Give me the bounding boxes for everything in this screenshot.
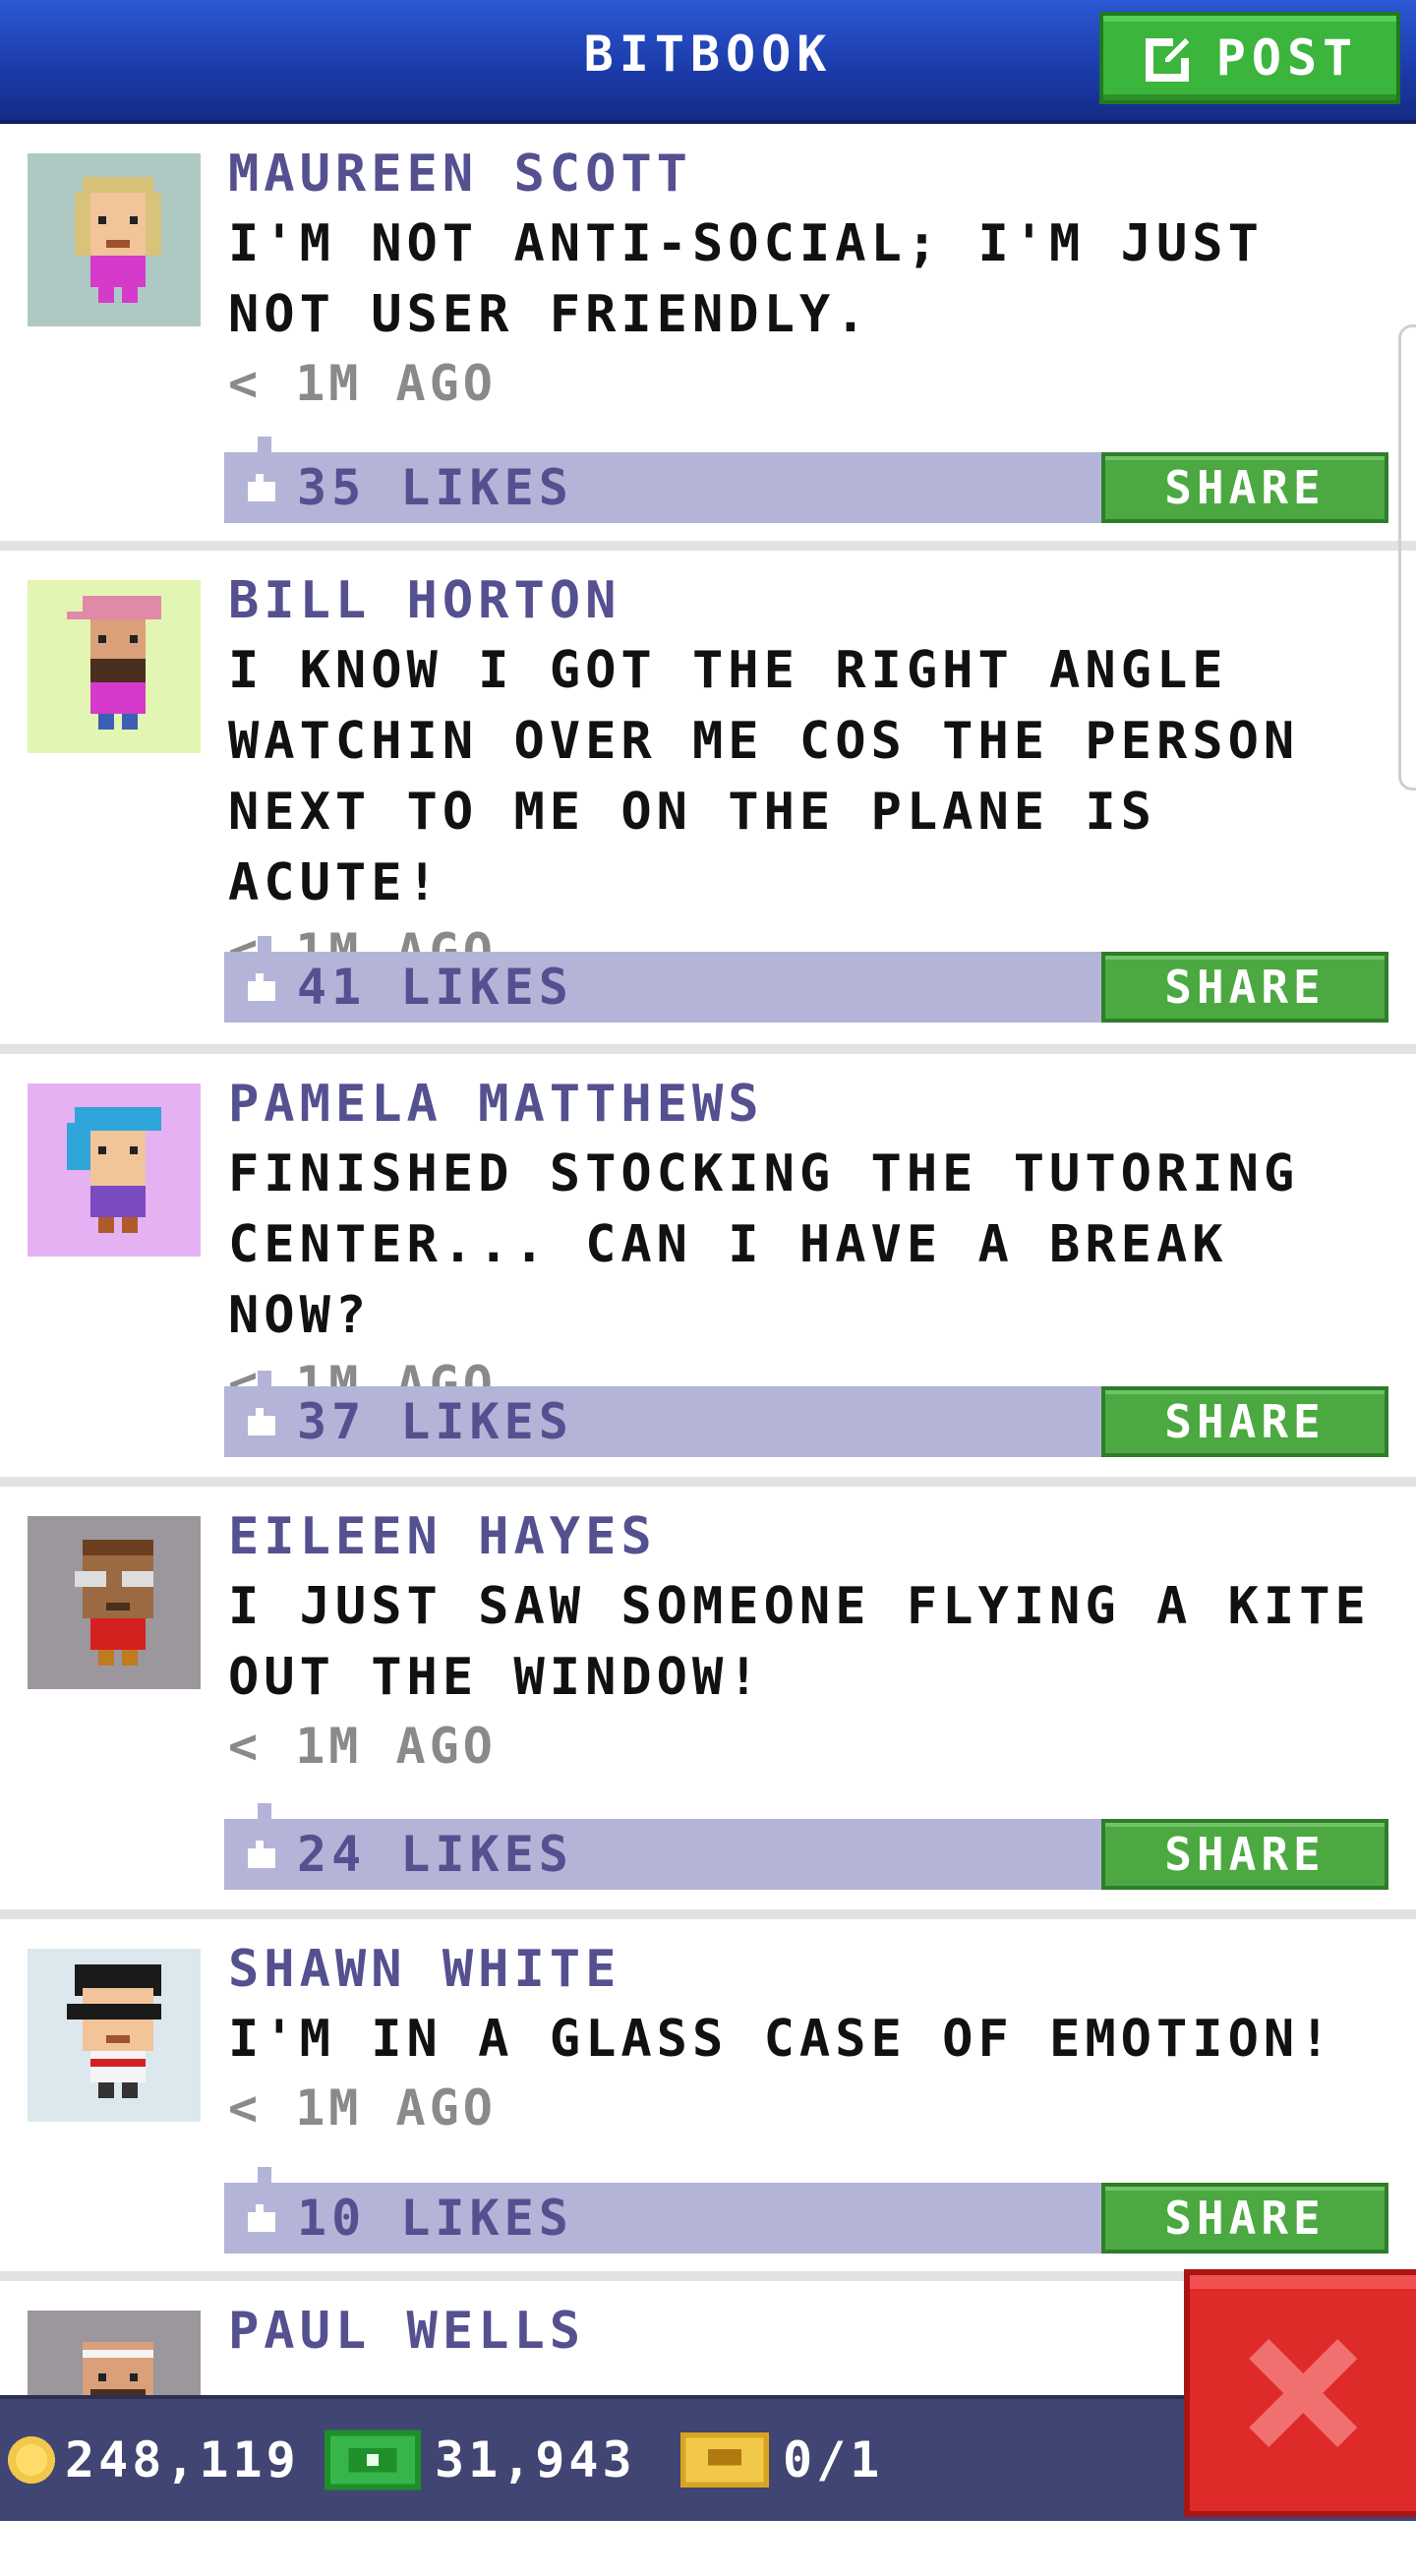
- close-button[interactable]: [1184, 2269, 1416, 2517]
- thumbs-up-icon: [248, 474, 275, 501]
- share-button[interactable]: SHARE: [1101, 452, 1388, 523]
- post-text: FINISHED STOCKING THE TUTORING CENTER...…: [228, 1144, 1300, 1345]
- likes-label: 35 LIKES: [297, 459, 573, 516]
- share-button[interactable]: SHARE: [1101, 952, 1388, 1023]
- share-button[interactable]: SHARE: [1101, 2183, 1388, 2254]
- coin-icon: [8, 2436, 55, 2484]
- like-count[interactable]: 41 LIKES: [244, 952, 573, 1023]
- ticket-icon: [680, 2431, 769, 2488]
- coins-stat: 248,119: [4, 2399, 300, 2521]
- feed: MAUREEN SCOTT I'M NOT ANTI-SOCIAL; I'M J…: [0, 124, 1416, 2576]
- likes-label: 41 LIKES: [297, 959, 573, 1016]
- post-text: I JUST SAW SOMEONE FLYING A KITE OUT THE…: [228, 1577, 1371, 1707]
- avatar: [28, 580, 201, 753]
- post: BILL HORTON I KNOW I GOT THE RIGHT ANGLE…: [0, 551, 1416, 1054]
- share-button[interactable]: SHARE: [1101, 1386, 1388, 1457]
- post: SHAWN WHITE I'M IN A GLASS CASE OF EMOTI…: [0, 1919, 1416, 2281]
- bux-count: 31,943: [435, 2431, 636, 2488]
- app-header: BITBOOK POST: [0, 0, 1416, 124]
- like-count[interactable]: 35 LIKES: [244, 452, 573, 523]
- like-count[interactable]: 10 LIKES: [244, 2183, 573, 2254]
- thumbs-up-icon: [248, 2204, 275, 2232]
- bux-icon: [324, 2430, 421, 2490]
- post-text: I KNOW I GOT THE RIGHT ANGLE WATCHIN OVE…: [228, 641, 1300, 912]
- post: EILEEN HAYES I JUST SAW SOMEONE FLYING A…: [0, 1487, 1416, 1919]
- like-bar: 10 LIKES SHARE: [224, 2167, 1388, 2254]
- likes-label: 10 LIKES: [297, 2190, 573, 2247]
- likes-label: 37 LIKES: [297, 1393, 573, 1450]
- post-button-label: POST: [1215, 29, 1359, 87]
- post-time: < 1M AGO: [228, 1718, 497, 1775]
- thumbs-up-icon: [248, 973, 275, 1001]
- post-author[interactable]: EILEEN HAYES: [228, 1506, 1388, 1567]
- tickets-stat: 0/1: [680, 2399, 883, 2521]
- post-author[interactable]: PAMELA MATTHEWS: [228, 1074, 1388, 1135]
- like-bar: 37 LIKES SHARE: [224, 1371, 1388, 1457]
- bux-stat: 31,943: [324, 2399, 636, 2521]
- tickets-count: 0/1: [783, 2431, 884, 2488]
- post-text: I'M NOT ANTI-SOCIAL; I'M JUST NOT USER F…: [228, 214, 1264, 344]
- avatar: [28, 1083, 201, 1257]
- share-button[interactable]: SHARE: [1101, 1819, 1388, 1890]
- avatar: [28, 1949, 201, 2122]
- like-count[interactable]: 37 LIKES: [244, 1386, 573, 1457]
- like-bar: 41 LIKES SHARE: [224, 936, 1388, 1023]
- edit-icon: [1145, 38, 1189, 82]
- close-icon: [1249, 2339, 1357, 2447]
- like-bar: 24 LIKES SHARE: [224, 1803, 1388, 1890]
- like-bar: 35 LIKES SHARE: [224, 437, 1388, 523]
- thumbs-up-icon: [248, 1408, 275, 1435]
- post-author[interactable]: BILL HORTON: [228, 570, 1388, 631]
- post-time: < 1M AGO: [228, 355, 497, 412]
- post-author[interactable]: MAUREEN SCOTT: [228, 144, 1388, 205]
- likes-label: 24 LIKES: [297, 1826, 573, 1883]
- post-button[interactable]: POST: [1099, 12, 1400, 104]
- avatar: [28, 1516, 201, 1689]
- post: MAUREEN SCOTT I'M NOT ANTI-SOCIAL; I'M J…: [0, 124, 1416, 551]
- post: PAMELA MATTHEWS FINISHED STOCKING THE TU…: [0, 1054, 1416, 1487]
- thumbs-up-icon: [248, 1841, 275, 1868]
- coins-count: 248,119: [65, 2431, 300, 2488]
- post-author[interactable]: SHAWN WHITE: [228, 1939, 1388, 2000]
- avatar: [28, 153, 201, 326]
- post-time: < 1M AGO: [228, 2079, 497, 2137]
- like-count[interactable]: 24 LIKES: [244, 1819, 573, 1890]
- scroll-indicator: [1398, 324, 1416, 790]
- post-text: I'M IN A GLASS CASE OF EMOTION!: [228, 2010, 1335, 2069]
